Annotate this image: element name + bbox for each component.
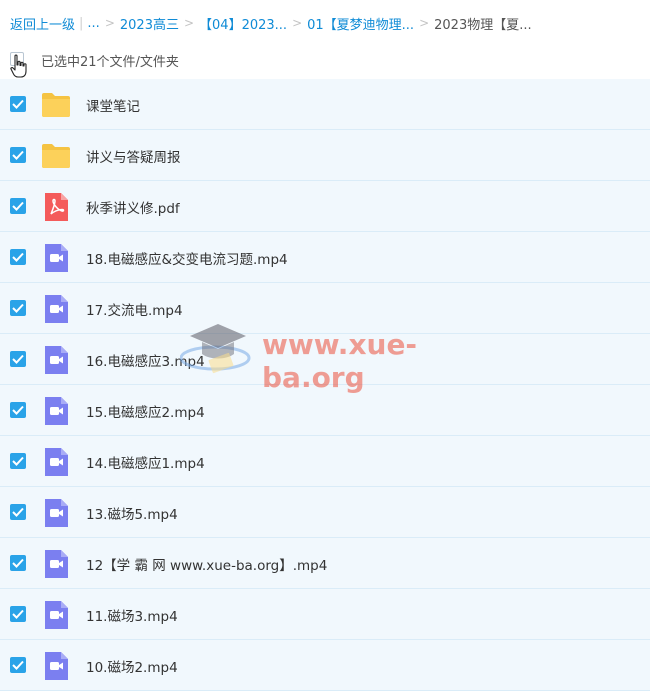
pdf-icon — [41, 193, 71, 221]
breadcrumb-item-teacher[interactable]: 01【夏梦迪物理... — [307, 14, 414, 33]
file-row[interactable]: 10.磁场2.mp4 — [0, 640, 650, 691]
chevron-right-icon: > — [104, 16, 115, 30]
file-name[interactable]: 课堂笔记 — [86, 95, 140, 115]
file-name[interactable]: 13.磁场5.mp4 — [86, 503, 178, 523]
checkmark-icon — [12, 150, 24, 160]
breadcrumb-divider: | — [79, 15, 84, 31]
file-checkbox[interactable] — [10, 351, 26, 367]
checkmark-icon — [12, 99, 24, 109]
breadcrumb-item-course[interactable]: 【04】2023... — [199, 14, 287, 33]
file-checkbox[interactable] — [10, 453, 26, 469]
file-checkbox[interactable] — [10, 147, 26, 163]
video-icon — [41, 448, 71, 476]
video-icon — [41, 397, 71, 425]
file-name[interactable]: 14.电磁感应1.mp4 — [86, 452, 205, 472]
file-checkbox[interactable] — [10, 657, 26, 673]
checkmark-icon — [12, 405, 24, 415]
file-row[interactable]: 秋季讲义修.pdf — [0, 181, 650, 232]
video-icon — [41, 244, 71, 272]
file-name[interactable]: 18.电磁感应&交变电流习题.mp4 — [86, 248, 288, 268]
checkmark-icon — [12, 354, 24, 364]
file-row[interactable]: 14.电磁感应1.mp4 — [0, 436, 650, 487]
file-row[interactable]: 11.磁场3.mp4 — [0, 589, 650, 640]
file-name[interactable]: 15.电磁感应2.mp4 — [86, 401, 205, 421]
checkmark-icon — [12, 252, 24, 262]
checkmark-icon — [12, 201, 24, 211]
back-link[interactable]: 返回上一级 — [10, 14, 75, 33]
file-name[interactable]: 10.磁场2.mp4 — [86, 656, 178, 676]
file-checkbox[interactable] — [10, 555, 26, 571]
file-list: 课堂笔记讲义与答疑周报 秋季讲义修.pdf 18.电磁感应&交变电流习题.mp4 17… — [0, 79, 650, 691]
hand-cursor-icon — [10, 54, 27, 78]
video-icon — [41, 601, 71, 629]
file-row[interactable]: 13.磁场5.mp4 — [0, 487, 650, 538]
file-row[interactable]: 16.电磁感应3.mp4 — [0, 334, 650, 385]
file-checkbox[interactable] — [10, 402, 26, 418]
file-name[interactable]: 11.磁场3.mp4 — [86, 605, 178, 625]
checkmark-icon — [12, 660, 24, 670]
breadcrumb-item-grade[interactable]: 2023高三 — [120, 14, 179, 33]
breadcrumb-ellipsis[interactable]: ... — [87, 16, 99, 31]
checkmark-icon — [12, 507, 24, 517]
chevron-right-icon: > — [419, 16, 430, 30]
folder-icon — [41, 91, 71, 119]
file-name[interactable]: 讲义与答疑周报 — [86, 146, 181, 166]
video-icon — [41, 346, 71, 374]
checkmark-icon — [12, 303, 24, 313]
file-row[interactable]: 17.交流电.mp4 — [0, 283, 650, 334]
file-checkbox[interactable] — [10, 606, 26, 622]
video-icon — [41, 499, 71, 527]
file-name[interactable]: 17.交流电.mp4 — [86, 299, 183, 319]
file-row[interactable]: 讲义与答疑周报 — [0, 130, 650, 181]
video-icon — [41, 550, 71, 578]
file-checkbox[interactable] — [10, 96, 26, 112]
file-row[interactable]: 课堂笔记 — [0, 79, 650, 130]
file-name[interactable]: 秋季讲义修.pdf — [86, 197, 180, 217]
checkmark-icon — [12, 609, 24, 619]
file-name[interactable]: 12【学 霸 网 www.xue-ba.org】.mp4 — [86, 554, 327, 574]
file-name[interactable]: 16.电磁感应3.mp4 — [86, 350, 205, 370]
chevron-right-icon: > — [183, 16, 195, 30]
selection-count-label: 已选中21个文件/文件夹 — [41, 54, 179, 70]
file-checkbox[interactable] — [10, 198, 26, 214]
breadcrumb-current: 2023物理【夏... — [434, 17, 532, 33]
checkmark-icon — [12, 558, 24, 568]
chevron-right-icon: > — [292, 16, 303, 30]
folder-icon — [41, 142, 71, 170]
video-icon — [41, 652, 71, 680]
file-checkbox[interactable] — [10, 249, 26, 265]
video-icon — [41, 295, 71, 323]
select-all-bar: 已选中21个文件/文件夹 — [0, 48, 650, 78]
file-checkbox[interactable] — [10, 300, 26, 316]
breadcrumb: 返回上一级 | ... > 2023高三 > 【04】2023... > 01【… — [10, 12, 645, 34]
file-checkbox[interactable] — [10, 504, 26, 520]
file-row[interactable]: 18.电磁感应&交变电流习题.mp4 — [0, 232, 650, 283]
checkmark-icon — [12, 456, 24, 466]
file-row[interactable]: 12【学 霸 网 www.xue-ba.org】.mp4 — [0, 538, 650, 589]
file-row[interactable]: 15.电磁感应2.mp4 — [0, 385, 650, 436]
